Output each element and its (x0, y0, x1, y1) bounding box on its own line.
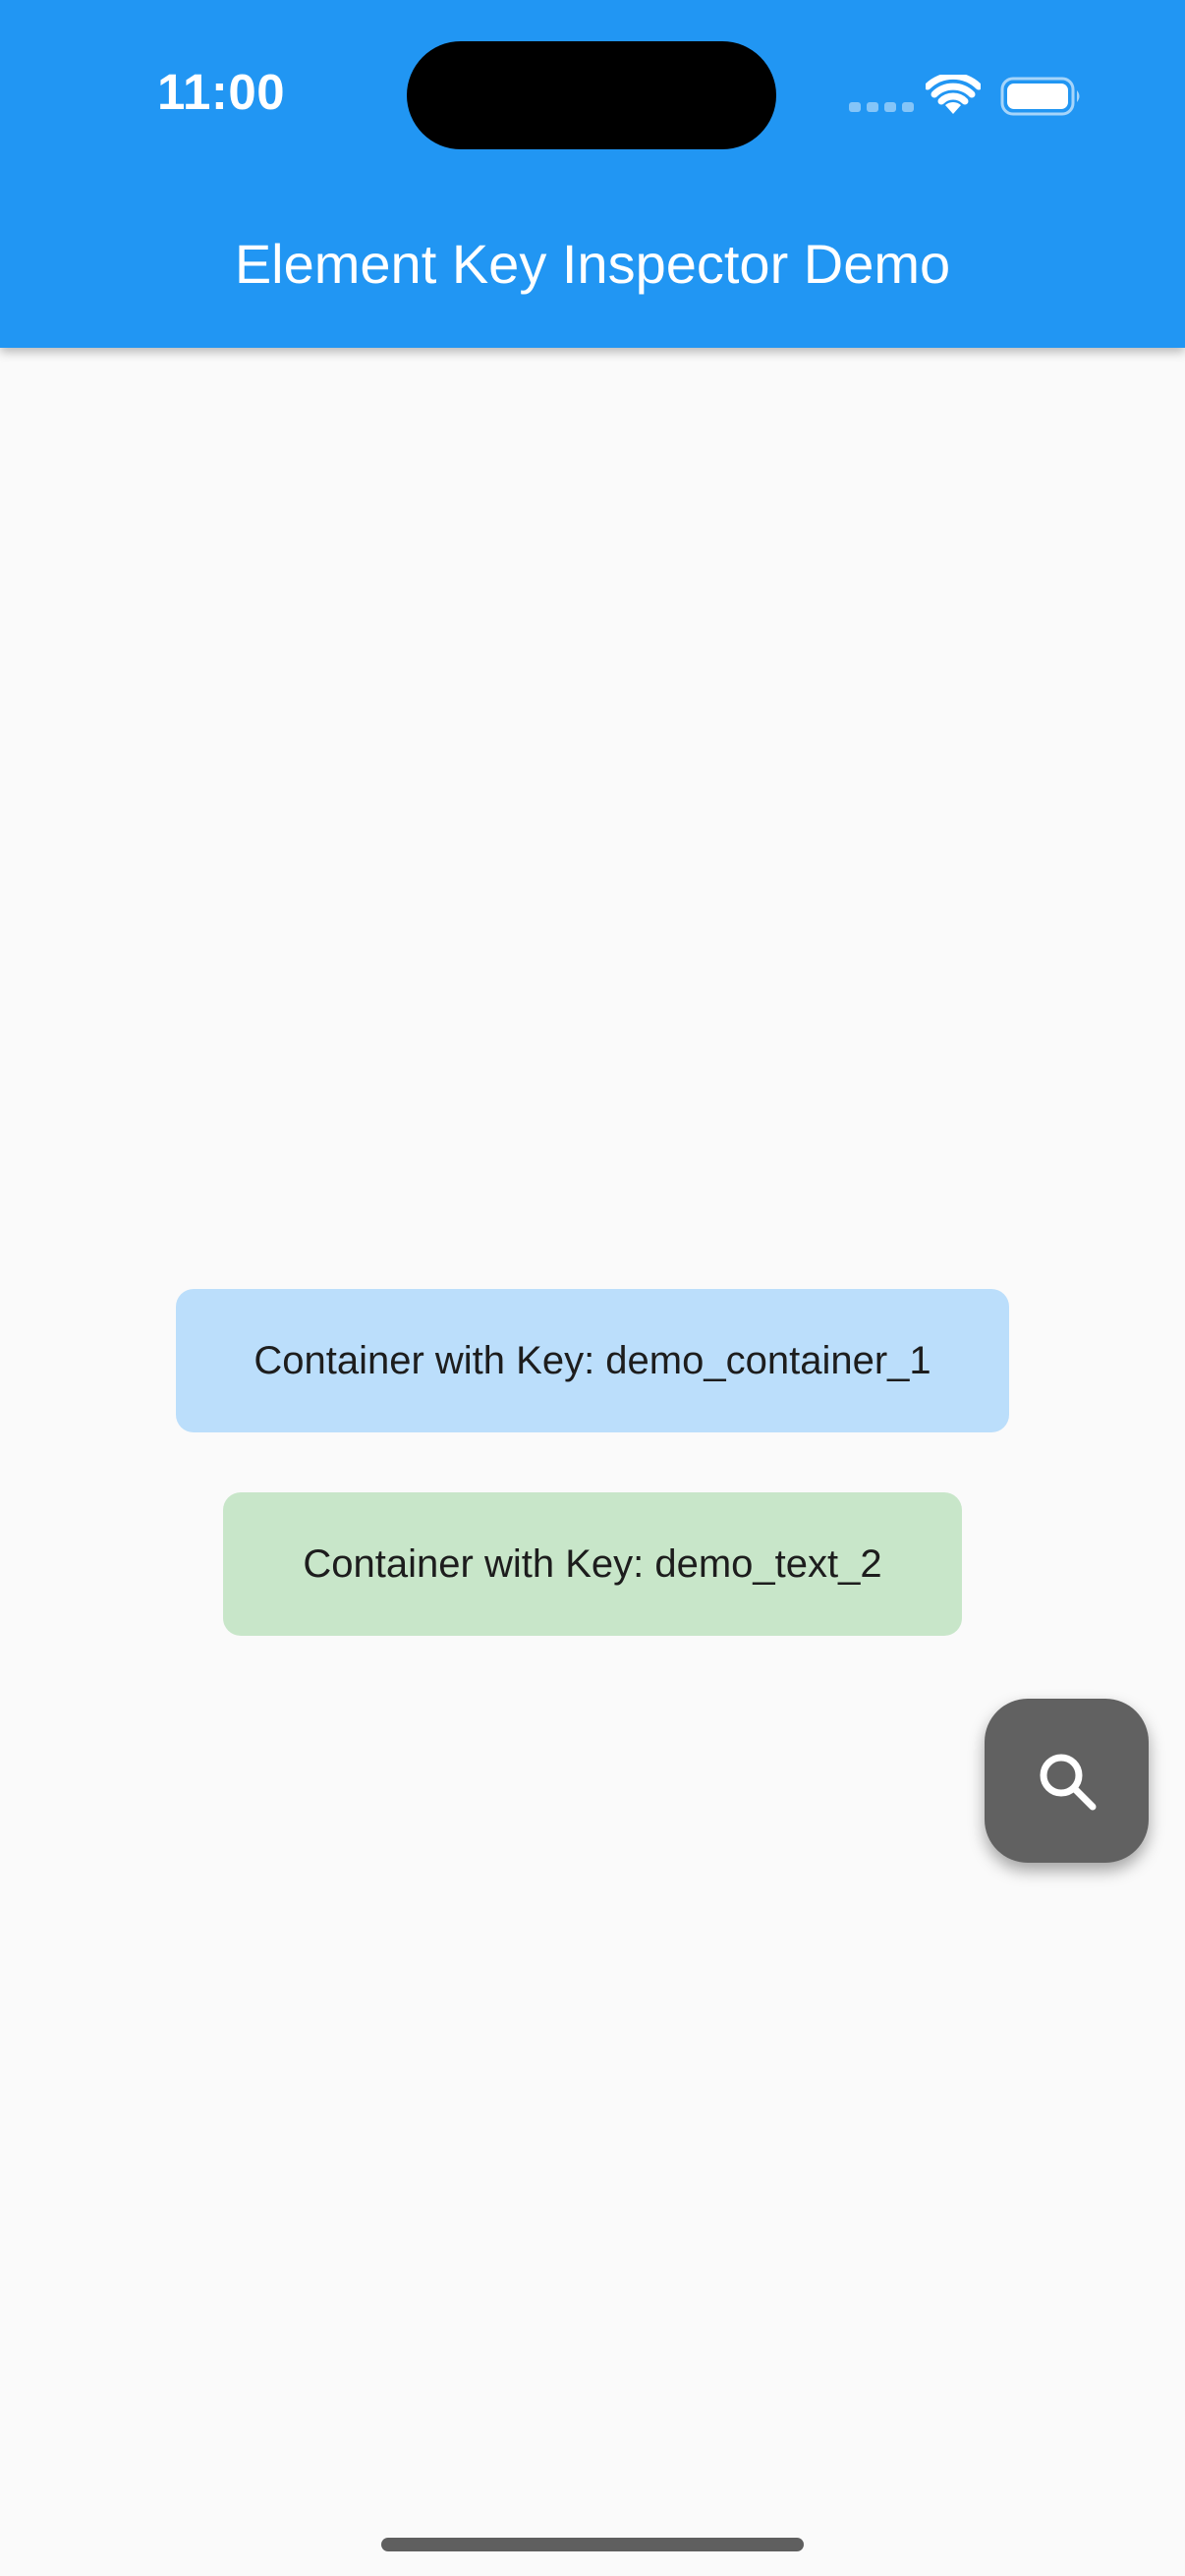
page-title: Element Key Inspector Demo (234, 233, 951, 295)
search-icon (1040, 1754, 1096, 1810)
dynamic-island (407, 41, 776, 149)
home-indicator[interactable] (381, 2538, 804, 2551)
wifi-icon (926, 75, 981, 114)
search-fab-button[interactable] (985, 1699, 1149, 1863)
status-time: 11:00 (157, 64, 286, 120)
battery-icon (1000, 77, 1080, 116)
demo-text-2-container: Container with Key: demo_text_2 (223, 1492, 962, 1636)
demo-container-1: Container with Key: demo_container_1 (176, 1289, 1009, 1432)
app-bar: 11:00 Element Key Inspector Demo (0, 0, 1185, 348)
cellular-signal-icon (849, 102, 914, 112)
